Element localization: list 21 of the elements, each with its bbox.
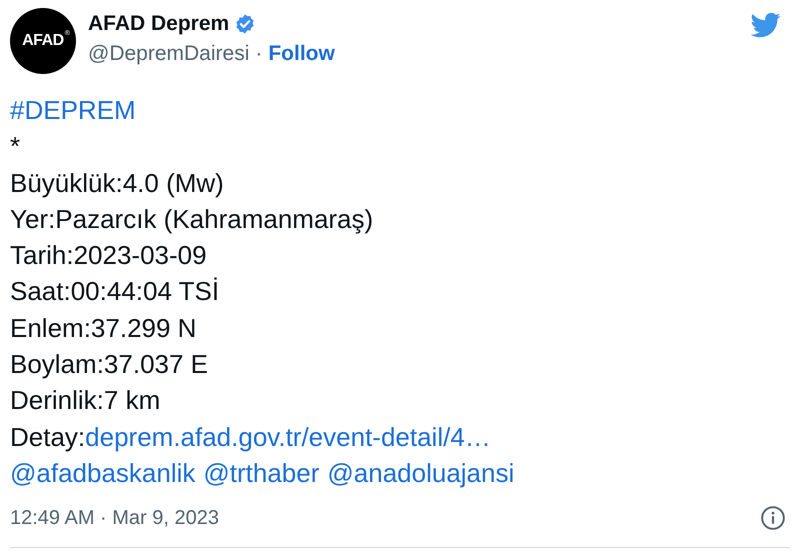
separator: ·	[255, 42, 262, 66]
tweet-text-line: Yer:Pazarcık (Kahramanmaraş)	[10, 204, 374, 234]
author-handle[interactable]: @DepremDairesi	[88, 42, 250, 66]
url-link[interactable]: deprem.afad.gov.tr/event-detail/4…	[85, 422, 491, 452]
tweet-text-line: Büyüklük:4.0 (Mw)	[10, 168, 224, 198]
info-icon[interactable]	[760, 505, 786, 532]
tweet-text-line: Tarih:2023-03-09	[10, 240, 207, 270]
tweet-text-line: Derinlik:7 km	[10, 385, 160, 416]
mention-link[interactable]: @afadbaskanlik	[10, 454, 196, 492]
tweet-text-line: Enlem:37.299 N	[10, 312, 196, 343]
logo-text: AFAD	[22, 32, 64, 50]
hashtag-link[interactable]: #DEPREM	[10, 95, 136, 125]
tweet-text-line: *	[10, 131, 20, 162]
mention-link[interactable]: @trthaber	[203, 454, 320, 492]
detail-label: Detay:	[10, 422, 86, 452]
tweet-text-line: Saat:00:44:04 TSİ	[10, 276, 220, 306]
follow-link[interactable]: Follow	[268, 42, 335, 66]
timestamp[interactable]: 12:49 AM · Mar 9, 2023	[10, 506, 220, 530]
tweet-text-line: Boylam:37.037 E	[10, 349, 208, 380]
author-name[interactable]: AFAD Deprem	[88, 12, 230, 36]
mention-link[interactable]: @anadoluajansi	[327, 454, 514, 492]
